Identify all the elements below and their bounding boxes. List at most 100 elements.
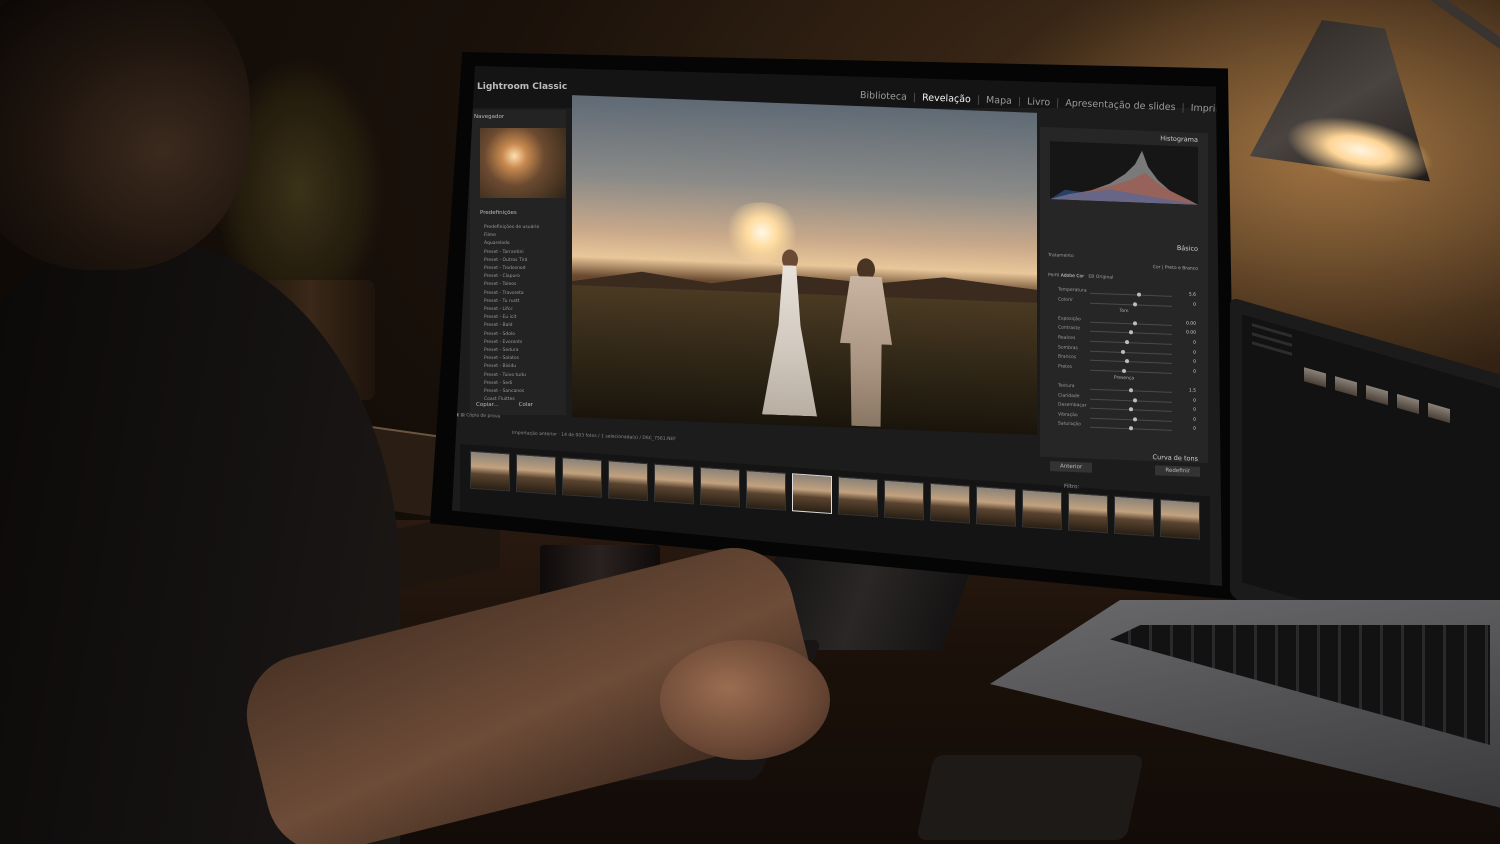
filmstrip-thumbnail[interactable] bbox=[976, 486, 1016, 527]
slider-value[interactable]: 0 bbox=[1193, 341, 1196, 346]
slider-value[interactable]: 0.00 bbox=[1186, 331, 1196, 336]
tone-curve-label[interactable]: Curva de tons bbox=[1153, 453, 1198, 463]
navigator-preview[interactable] bbox=[480, 128, 566, 198]
main-photo[interactable] bbox=[572, 95, 1037, 435]
treatment-color[interactable]: Cor bbox=[1153, 265, 1161, 270]
filmstrip-source[interactable]: Importação anterior bbox=[512, 431, 557, 438]
slider-value[interactable]: 0 bbox=[1193, 427, 1196, 432]
slider-value[interactable]: 0 bbox=[1193, 398, 1196, 403]
person-head bbox=[0, 0, 250, 270]
wb-value[interactable]: Original bbox=[1096, 275, 1114, 281]
module-tab[interactable]: Biblioteca bbox=[860, 90, 907, 103]
preset-item[interactable]: Preset - Clapuro bbox=[484, 273, 539, 281]
slider-label: Textura bbox=[1058, 383, 1075, 390]
slider-value[interactable]: 5.6 bbox=[1189, 292, 1196, 297]
filmstrip-thumbnail[interactable] bbox=[516, 453, 556, 495]
slider-knob[interactable] bbox=[1133, 301, 1138, 307]
preset-item[interactable]: Preset - Trodesnod bbox=[484, 265, 539, 273]
filmstrip-thumbnail[interactable] bbox=[930, 482, 970, 524]
filmstrip-thumbnail[interactable] bbox=[654, 463, 694, 505]
slider-knob[interactable] bbox=[1129, 388, 1133, 393]
filmstrip-thumbnail[interactable] bbox=[1160, 498, 1200, 540]
filmstrip-thumbnail[interactable] bbox=[1022, 489, 1062, 531]
slider-track[interactable] bbox=[1090, 369, 1172, 374]
module-tab[interactable]: Revelação bbox=[922, 92, 971, 105]
slider-knob[interactable] bbox=[1137, 292, 1142, 297]
slider-knob[interactable] bbox=[1129, 426, 1133, 431]
slider-value[interactable]: 0 bbox=[1193, 369, 1196, 374]
slider-knob[interactable] bbox=[1120, 349, 1125, 354]
treatment-label: Tratamento bbox=[1048, 253, 1074, 260]
slider-label: Desembaçar bbox=[1058, 402, 1087, 409]
filmstrip-thumbnail[interactable] bbox=[838, 476, 878, 518]
preset-item[interactable]: Aquarelado bbox=[484, 240, 539, 248]
slider-track[interactable] bbox=[1090, 350, 1172, 355]
preset-item[interactable]: Preset - Bisidu bbox=[484, 363, 539, 371]
slider-knob[interactable] bbox=[1129, 330, 1133, 335]
slider-track[interactable] bbox=[1090, 340, 1172, 345]
preset-item[interactable]: Preset - Tarrantini bbox=[484, 249, 539, 257]
preset-item[interactable]: Preset - Sancanos bbox=[484, 388, 539, 396]
slider-track[interactable] bbox=[1090, 321, 1172, 326]
preset-item[interactable]: Preset - Outros Tirá bbox=[484, 257, 539, 265]
filmstrip-thumbnail[interactable] bbox=[608, 460, 648, 502]
histogram-label[interactable]: Histograma bbox=[1160, 134, 1198, 143]
preset-item[interactable]: Preset - Eu icit bbox=[484, 314, 539, 322]
slider-value[interactable]: 0 bbox=[1193, 302, 1196, 307]
slider-track[interactable] bbox=[1090, 398, 1172, 403]
slider-value[interactable]: 0.00 bbox=[1186, 321, 1196, 326]
slider-value[interactable]: 0 bbox=[1193, 350, 1196, 355]
slider-knob[interactable] bbox=[1122, 368, 1127, 373]
filmstrip-thumbnail[interactable] bbox=[1068, 492, 1108, 534]
filmstrip-status: 14 de 003 fotos / 1 selecionada(s) / DSC… bbox=[561, 432, 676, 443]
slider-track[interactable] bbox=[1090, 359, 1172, 365]
preset-item[interactable]: Preset - Evoronts bbox=[484, 339, 539, 347]
external-drive bbox=[915, 755, 1145, 840]
preset-item[interactable]: Preset - Toleos bbox=[484, 281, 539, 289]
right-panel-buttons: Anterior Redefinir bbox=[1050, 461, 1200, 477]
profile-value[interactable]: Adobe Cor bbox=[1061, 274, 1084, 280]
slider-knob[interactable] bbox=[1133, 321, 1138, 326]
treatment-bw[interactable]: Preto e Branco bbox=[1165, 266, 1198, 272]
preset-item[interactable]: Preset - Tuivo tudu bbox=[484, 372, 539, 380]
slider-track[interactable] bbox=[1090, 417, 1172, 422]
preset-item[interactable]: Preset - Travoreta bbox=[484, 290, 539, 298]
filmstrip-thumbnail[interactable] bbox=[884, 479, 924, 521]
preset-item[interactable]: Preset - Solatos bbox=[484, 355, 539, 363]
preset-item[interactable]: Preset - Bald bbox=[484, 322, 539, 330]
preset-item[interactable]: Preset - Sedi bbox=[484, 380, 539, 388]
wb-label: EB bbox=[1088, 274, 1095, 280]
preset-item[interactable]: Preset - Sdolo bbox=[484, 331, 539, 339]
previous-button[interactable]: Anterior bbox=[1050, 461, 1093, 473]
filmstrip-thumbnail[interactable] bbox=[746, 469, 786, 511]
preset-item[interactable]: Filme bbox=[484, 232, 539, 240]
preset-item[interactable]: Preset - Sedura bbox=[484, 347, 539, 355]
filmstrip-thumbnail[interactable] bbox=[700, 466, 740, 508]
reset-button[interactable]: Redefinir bbox=[1155, 465, 1200, 477]
slider-knob[interactable] bbox=[1129, 407, 1133, 412]
filmstrip-thumbnail[interactable] bbox=[562, 457, 602, 498]
slider-value[interactable]: 0 bbox=[1193, 360, 1196, 365]
presets-label[interactable]: Predefinições bbox=[480, 210, 517, 216]
module-tab[interactable]: Livro bbox=[1027, 96, 1050, 108]
preset-item[interactable]: Preset - Tu rustt bbox=[484, 298, 539, 306]
module-separator: | bbox=[1181, 102, 1185, 114]
slider-value[interactable]: 0 bbox=[1193, 408, 1196, 413]
module-tab[interactable]: Mapa bbox=[986, 95, 1012, 107]
module-tab[interactable]: Apresentação de slides bbox=[1065, 98, 1176, 113]
slider-value[interactable]: 1.5 bbox=[1189, 388, 1196, 393]
slider-knob[interactable] bbox=[1133, 397, 1138, 403]
filter-label[interactable]: Filtro: bbox=[1064, 484, 1079, 491]
slider-knob[interactable] bbox=[1133, 417, 1138, 422]
preset-item[interactable]: Predefinições de usuário bbox=[484, 224, 539, 232]
slider-value[interactable]: 0 bbox=[1193, 417, 1196, 422]
slider-track[interactable] bbox=[1090, 302, 1172, 307]
slider-knob[interactable] bbox=[1124, 340, 1129, 345]
preset-item[interactable]: Preset - Lifcc bbox=[484, 306, 539, 314]
paste-button[interactable]: Colar bbox=[519, 402, 533, 408]
filmstrip-thumbnail[interactable] bbox=[1114, 495, 1154, 537]
slider-track[interactable] bbox=[1090, 292, 1172, 297]
filmstrip-thumbnail[interactable] bbox=[792, 473, 832, 515]
slider-knob[interactable] bbox=[1124, 359, 1129, 364]
basic-label[interactable]: Básico bbox=[1177, 244, 1198, 253]
